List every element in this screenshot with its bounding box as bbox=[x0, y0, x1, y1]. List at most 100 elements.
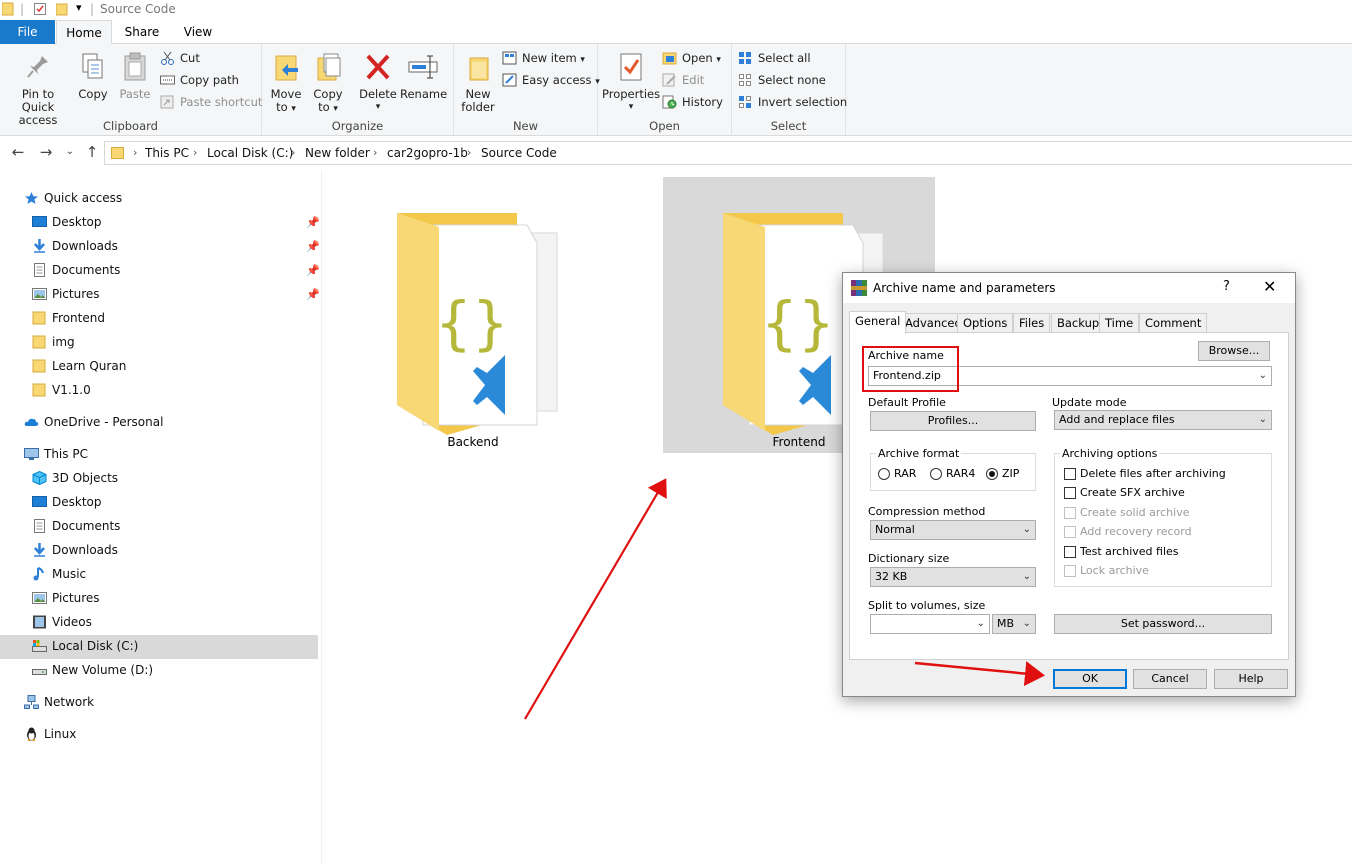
open-label: Open bbox=[682, 51, 713, 65]
tab-home[interactable]: Home bbox=[56, 20, 112, 45]
update-mode-select[interactable]: Add and replace files ⌄ bbox=[1054, 410, 1272, 430]
create-sfx-checkbox[interactable]: Create SFX archive bbox=[1064, 486, 1185, 502]
pin-icon[interactable]: 📌 bbox=[306, 288, 320, 301]
qat-separator: | bbox=[90, 2, 95, 16]
history-button[interactable]: History bbox=[662, 92, 723, 112]
paste-shortcut-icon bbox=[160, 95, 174, 109]
chevron-down-icon[interactable]: ⌄ bbox=[1259, 367, 1267, 385]
organize-group: Move to ▾ Copy to ▾ Delete ▾ Rename Orga… bbox=[262, 44, 454, 136]
chevron-down-icon[interactable]: ⌄ bbox=[977, 615, 985, 633]
tab-file[interactable]: File bbox=[0, 20, 55, 44]
invert-selection-button[interactable]: Invert selection bbox=[738, 92, 847, 112]
svg-text:{}: {} bbox=[761, 289, 835, 357]
forward-arrow-icon[interactable]: → bbox=[36, 143, 56, 161]
paste-button[interactable]: Paste bbox=[114, 50, 156, 101]
new-folder-button[interactable]: New folder bbox=[458, 50, 498, 114]
address-bar[interactable]: › This PC › Local Disk (C:) › New folder… bbox=[104, 141, 1352, 165]
qat-dropdown-icon[interactable]: ▾ bbox=[76, 1, 82, 14]
computer-icon bbox=[24, 448, 39, 460]
set-password-button[interactable]: Set password... bbox=[1054, 614, 1272, 634]
chevron-down-icon: ▾ bbox=[333, 104, 338, 114]
radio-circle-selected bbox=[986, 468, 998, 480]
paste-shortcut-button[interactable]: Paste shortcut bbox=[160, 92, 262, 112]
cancel-button[interactable]: Cancel bbox=[1133, 669, 1207, 689]
breadcrumb-separator-icon: › bbox=[373, 146, 378, 159]
checkbox-box bbox=[1064, 546, 1076, 558]
close-icon[interactable]: ✕ bbox=[1263, 277, 1276, 296]
select-all-button[interactable]: Select all bbox=[738, 48, 811, 68]
dictionary-size-select[interactable]: 32 KB ⌄ bbox=[870, 567, 1036, 587]
open-button[interactable]: Open ▾ bbox=[662, 48, 721, 68]
ok-button[interactable]: OK bbox=[1053, 669, 1127, 689]
tab-view[interactable]: View bbox=[172, 20, 224, 44]
download-arrow-icon bbox=[34, 239, 45, 253]
rename-button[interactable]: Rename bbox=[400, 50, 447, 101]
move-to-button[interactable]: Move to ▾ bbox=[268, 50, 304, 116]
tab-time[interactable]: Time bbox=[1099, 313, 1140, 333]
tab-options[interactable]: Options bbox=[957, 313, 1014, 333]
format-rar-label: RAR bbox=[894, 467, 917, 480]
open-group-label: Open bbox=[649, 119, 680, 133]
title-bar: | ▾ | Source Code bbox=[0, 0, 1352, 20]
folder-item-backend[interactable]: {} Backend bbox=[337, 177, 609, 453]
format-rar-radio[interactable]: RAR bbox=[878, 467, 916, 483]
copy-to-button[interactable]: Copy to ▾ bbox=[310, 50, 346, 116]
svg-text:{}: {} bbox=[435, 289, 509, 357]
delete-button[interactable]: Delete ▾ bbox=[358, 50, 398, 114]
browse-button[interactable]: Browse... bbox=[1198, 341, 1270, 361]
compression-method-select[interactable]: Normal ⌄ bbox=[870, 520, 1036, 540]
split-unit-select[interactable]: MB ⌄ bbox=[992, 614, 1036, 634]
breadcrumb-item[interactable]: Local Disk (C:) bbox=[207, 146, 293, 160]
help-button[interactable]: Help bbox=[1214, 669, 1288, 689]
recent-locations-chevron-icon[interactable]: ⌄ bbox=[60, 146, 80, 157]
copy-button[interactable]: Copy bbox=[74, 50, 112, 101]
select-none-button[interactable]: Select none bbox=[738, 70, 826, 90]
format-zip-radio[interactable]: ZIP bbox=[986, 467, 1019, 483]
properties-qat-icon[interactable] bbox=[34, 2, 46, 16]
profiles-button[interactable]: Profiles... bbox=[870, 411, 1036, 431]
tab-backup[interactable]: Backup bbox=[1051, 313, 1106, 333]
tab-files[interactable]: Files bbox=[1013, 313, 1051, 333]
select-group-label: Select bbox=[770, 119, 807, 133]
lock-archive-checkbox[interactable]: Lock archive bbox=[1064, 564, 1149, 580]
pin-icon[interactable]: 📌 bbox=[306, 216, 320, 229]
new-folder-qat-icon[interactable] bbox=[56, 2, 68, 16]
tab-general[interactable]: General bbox=[849, 311, 907, 334]
help-icon[interactable]: ? bbox=[1223, 279, 1230, 294]
copy-path-button[interactable]: Copy path bbox=[160, 70, 239, 90]
pin-icon[interactable]: 📌 bbox=[306, 240, 320, 253]
select-all-label: Select all bbox=[758, 51, 811, 65]
up-arrow-icon[interactable]: ↑ bbox=[82, 143, 102, 161]
easy-access-button[interactable]: Easy access ▾ bbox=[502, 70, 600, 90]
format-rar4-radio[interactable]: RAR4 bbox=[930, 467, 975, 483]
breadcrumb-item[interactable]: This PC bbox=[145, 146, 189, 160]
chevron-down-icon: ⌄ bbox=[1022, 618, 1031, 629]
breadcrumb-item-current[interactable]: Source Code bbox=[481, 146, 557, 160]
pin-icon[interactable]: 📌 bbox=[306, 264, 320, 277]
nav-item-label: Documents bbox=[52, 519, 121, 533]
breadcrumb-item[interactable]: New folder bbox=[305, 146, 370, 160]
test-archived-checkbox[interactable]: Test archived files bbox=[1064, 545, 1179, 561]
drive-icon bbox=[32, 669, 47, 675]
properties-button[interactable]: Properties ▾ bbox=[602, 50, 660, 114]
compression-method-value: Normal bbox=[875, 523, 915, 536]
breadcrumb-item[interactable]: car2gopro-1b bbox=[387, 146, 468, 160]
penguin-icon bbox=[27, 727, 36, 741]
copy-path-icon bbox=[160, 75, 175, 85]
tab-share[interactable]: Share bbox=[116, 20, 168, 44]
tab-comment[interactable]: Comment bbox=[1139, 313, 1208, 333]
nav-item-label: New Volume (D:) bbox=[52, 663, 154, 677]
split-volumes-field[interactable]: ⌄ bbox=[870, 614, 990, 634]
create-solid-checkbox[interactable]: Create solid archive bbox=[1064, 506, 1189, 522]
back-arrow-icon[interactable]: ← bbox=[8, 143, 28, 161]
recovery-record-checkbox[interactable]: Add recovery record bbox=[1064, 525, 1192, 541]
nav-item-label: Videos bbox=[52, 615, 92, 629]
new-item-label: New item bbox=[522, 51, 577, 65]
format-zip-label: ZIP bbox=[1002, 467, 1020, 480]
edit-button[interactable]: Edit bbox=[662, 70, 704, 90]
pin-to-quick-access-button[interactable]: Pin to Quick access bbox=[4, 50, 72, 127]
cut-button[interactable]: Cut bbox=[160, 48, 200, 68]
delete-after-archiving-checkbox[interactable]: Delete files after archiving bbox=[1064, 467, 1226, 483]
scissors-icon bbox=[161, 51, 174, 65]
new-item-button[interactable]: New item ▾ bbox=[502, 48, 585, 68]
